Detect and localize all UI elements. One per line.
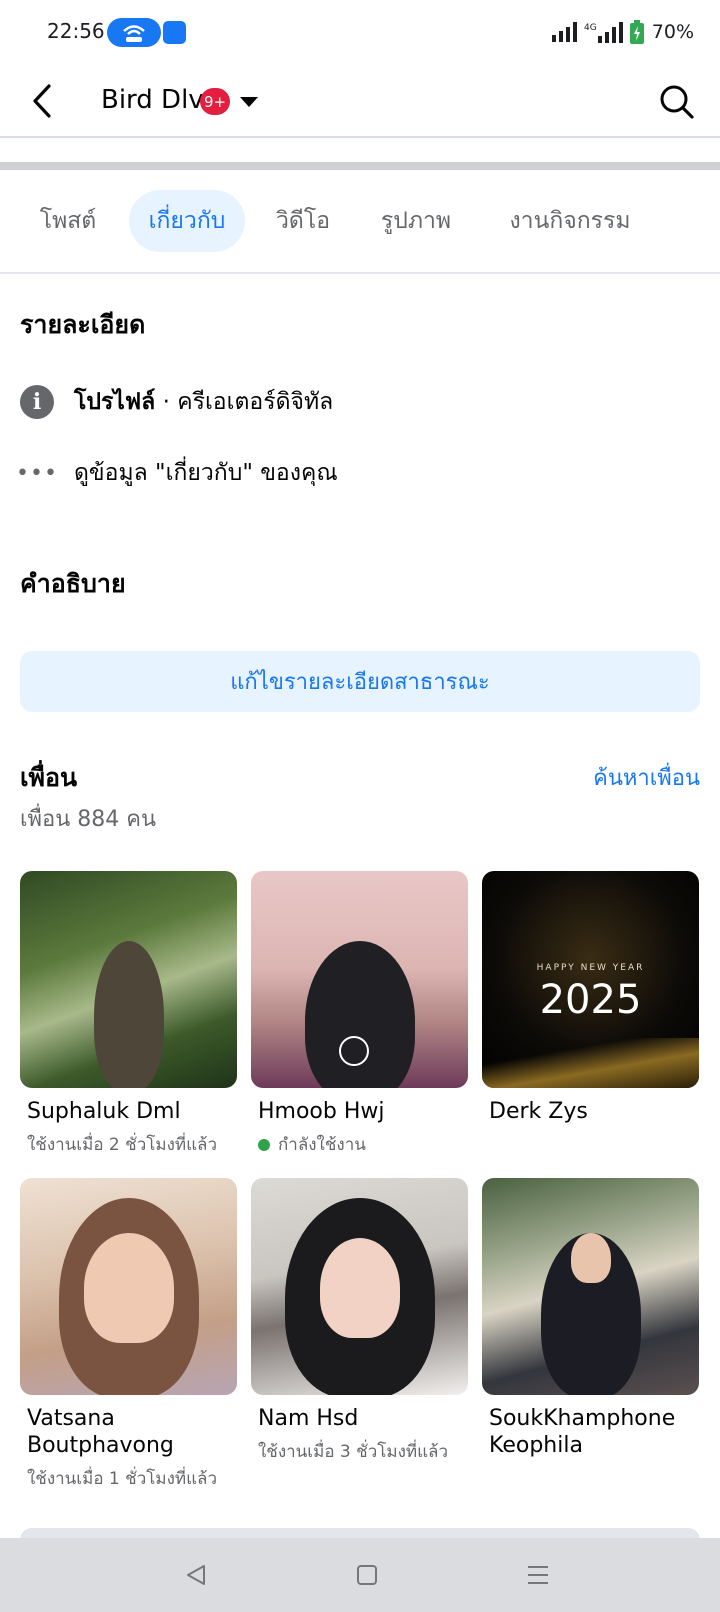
profile-tabs: โพสต์ เกี่ยวกับ วิดีโอ รูปภาพ งานกิจกรรม — [0, 190, 720, 252]
friends-count: เพื่อน 884 คน — [20, 807, 157, 832]
search-button[interactable] — [658, 83, 696, 121]
tab-about[interactable]: เกี่ยวกับ — [129, 190, 245, 252]
friend-name[interactable]: Hmoob Hwj — [251, 1098, 468, 1125]
back-arrow-icon — [33, 84, 51, 118]
friend-photo[interactable]: HAPPY NEW YEAR 2025 — [482, 871, 699, 1088]
friend-status: ใช้งานเมื่อ 2 ชั่วโมงที่แล้ว — [20, 1131, 237, 1158]
friend-name[interactable]: SoukKhamphone Keophila — [482, 1405, 699, 1459]
edit-public-details-button[interactable]: แก้ไขรายละเอียดสาธารณะ — [20, 651, 700, 712]
friend-status: กำลังใช้งาน — [251, 1131, 468, 1158]
svg-text:4G: 4G — [584, 23, 597, 33]
profile-category: ครีเอเตอร์ดิจิทัล — [177, 389, 334, 415]
status-bar: 22:56 4G 70% — [0, 0, 720, 64]
friend-status: ใช้งานเมื่อ 3 ชั่วโมงที่แล้ว — [251, 1438, 468, 1465]
signal-icon — [551, 22, 577, 42]
nav-menu-icon — [528, 1566, 548, 1584]
friend-photo[interactable] — [251, 871, 468, 1088]
friend-card[interactable]: Hmoob Hwj กำลังใช้งาน — [251, 871, 468, 1158]
status-right-group: 4G 70% — [551, 18, 694, 46]
friend-photo[interactable] — [20, 871, 237, 1088]
nav-menu-button[interactable] — [523, 1560, 553, 1590]
nav-home-icon — [357, 1565, 377, 1585]
friend-name[interactable]: Derk Zys — [482, 1098, 699, 1125]
notification-badge: 9+ — [200, 88, 231, 115]
hotspot-indicator[interactable] — [107, 18, 161, 47]
profile-name[interactable]: Bird Dlv — [101, 85, 204, 115]
about-info-row[interactable]: ••• ดูข้อมูล "เกี่ยวกับ" ของคุณ — [16, 455, 338, 491]
info-icon: i — [20, 385, 54, 419]
person-figure — [304, 941, 415, 1088]
person-face — [319, 1238, 400, 1338]
search-icon — [660, 85, 694, 119]
person-face — [570, 1233, 611, 1283]
caret-down-icon[interactable] — [240, 97, 258, 107]
friend-card[interactable]: Suphaluk Dml ใช้งานเมื่อ 2 ชั่วโมงที่แล้… — [20, 871, 237, 1158]
friend-status: ใช้งานเมื่อ 1 ชั่วโมงที่แล้ว — [20, 1465, 237, 1492]
status-time: 22:56 — [47, 19, 105, 43]
nav-back-icon — [187, 1565, 205, 1585]
friend-status-text: ใช้งานเมื่อ 3 ชั่วโมงที่แล้ว — [258, 1442, 449, 1462]
tabs-divider — [0, 272, 720, 274]
friend-card[interactable]: HAPPY NEW YEAR 2025 Derk Zys — [482, 871, 699, 1125]
friend-card[interactable]: SoukKhamphone Keophila — [482, 1178, 699, 1459]
friend-name[interactable]: Suphaluk Dml — [20, 1098, 237, 1125]
hotspot-icon — [123, 25, 145, 42]
tab-posts[interactable]: โพสต์ — [22, 190, 114, 252]
new-year-number: 2025 — [539, 977, 642, 1023]
nav-home-button[interactable] — [352, 1560, 382, 1590]
section-divider — [0, 162, 720, 170]
friend-status-text: ใช้งานเมื่อ 1 ชั่วโมงที่แล้ว — [27, 1469, 218, 1489]
profile-header: Bird Dlv 9+ — [0, 64, 720, 138]
details-heading: รายละเอียด — [20, 310, 146, 339]
profile-category-text: โปรไฟล์ · ครีเอเตอร์ดิจิทัล — [74, 384, 333, 420]
app-notification-icon — [163, 21, 186, 44]
friend-photo[interactable] — [20, 1178, 237, 1395]
friend-status-text: กำลังใช้งาน — [278, 1135, 366, 1155]
more-dots-icon: ••• — [16, 460, 58, 486]
profile-label: โปรไฟล์ — [74, 389, 156, 415]
friends-heading: เพื่อน — [20, 763, 78, 792]
signal-4g-icon: 4G — [584, 22, 623, 43]
friend-photo[interactable] — [251, 1178, 468, 1395]
gold-wave — [482, 1038, 699, 1088]
battery-percent: 70% — [651, 21, 694, 43]
back-button[interactable] — [24, 82, 60, 120]
friend-name[interactable]: Nam Hsd — [251, 1405, 468, 1432]
tab-videos[interactable]: วิดีโอ — [263, 190, 343, 252]
tab-photos[interactable]: รูปภาพ — [368, 190, 464, 252]
friend-photo[interactable] — [482, 1178, 699, 1395]
avatar-shield-icon — [339, 1036, 369, 1066]
description-heading: คำอธิบาย — [20, 569, 126, 598]
battery-charging-icon — [629, 20, 644, 44]
online-indicator — [258, 1138, 270, 1151]
profile-category-row: i โปรไฟล์ · ครีเอเตอร์ดิจิทัล — [20, 384, 333, 420]
find-friends-link[interactable]: ค้นหาเพื่อน — [593, 760, 700, 795]
system-nav-bar — [0, 1538, 720, 1612]
about-info-link[interactable]: ดูข้อมูล "เกี่ยวกับ" ของคุณ — [74, 455, 338, 491]
friend-card[interactable]: Vatsana Boutphavong ใช้งานเมื่อ 1 ชั่วโม… — [20, 1178, 237, 1492]
friend-name[interactable]: Vatsana Boutphavong — [20, 1405, 237, 1459]
tab-events[interactable]: งานกิจกรรม — [494, 190, 646, 252]
friend-card[interactable]: Nam Hsd ใช้งานเมื่อ 3 ชั่วโมงที่แล้ว — [251, 1178, 468, 1465]
nav-back-button[interactable] — [181, 1560, 211, 1590]
person-face — [83, 1233, 174, 1343]
friend-status-text: ใช้งานเมื่อ 2 ชั่วโมงที่แล้ว — [27, 1135, 218, 1155]
new-year-caption: HAPPY NEW YEAR — [536, 963, 645, 973]
profile-separator: · — [155, 389, 178, 415]
person-figure — [93, 941, 164, 1088]
